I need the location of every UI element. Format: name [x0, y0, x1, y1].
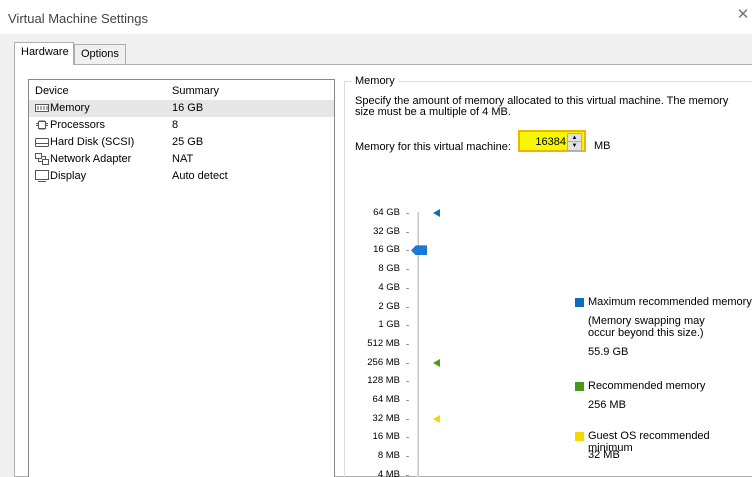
recommended-memory-marker-icon [433, 358, 440, 367]
scale-tick [406, 231, 409, 233]
scale-tick [406, 343, 409, 345]
device-summary: 16 GB [172, 102, 204, 114]
window-body: Hardware Options Device Summary Memory 1… [0, 34, 752, 477]
scale-label: 32 MB [372, 412, 400, 424]
device-name: Network Adapter [50, 153, 132, 165]
scale-tick [406, 306, 409, 308]
scale-label: 64 MB [372, 394, 400, 405]
tab-hardware[interactable]: Hardware [14, 42, 74, 65]
memory-field-label: Memory for this virtual machine: [355, 141, 511, 153]
spin-up-icon[interactable]: ▲ [568, 134, 581, 142]
scale-label: 16 GB [373, 244, 400, 256]
close-icon[interactable]: ✕ [736, 7, 750, 22]
max-memory-title: Maximum recommended memory [588, 296, 752, 308]
memory-stepper[interactable]: ▲ ▼ [518, 130, 586, 152]
column-header-device[interactable]: Device [35, 85, 69, 97]
max-memory-legend-icon [575, 298, 584, 307]
scale-tick [406, 287, 409, 289]
max-memory-value: 55.9 GB [588, 346, 629, 358]
memory-description: Specify the amount of memory allocated t… [355, 95, 729, 118]
scale-tick [406, 418, 409, 420]
slider-thumb[interactable] [411, 245, 427, 256]
hard-disk-icon [35, 138, 49, 147]
device-name: Hard Disk (SCSI) [50, 136, 135, 148]
display-icon [35, 170, 49, 182]
title-bar: Virtual Machine Settings ✕ [0, 0, 752, 34]
device-name: Processors [50, 119, 106, 131]
scale-label: 128 MB [367, 375, 400, 387]
device-summary: 25 GB [172, 136, 204, 148]
memory-group-title: Memory [352, 75, 398, 87]
device-row-hard-disk[interactable]: Hard Disk (SCSI) 25 GB [29, 134, 334, 151]
device-summary: 8 [172, 119, 179, 131]
recommended-memory-title: Recommended memory [588, 380, 706, 392]
processor-icon [36, 120, 48, 130]
network-adapter-icon [35, 153, 49, 165]
device-list-header: Device Summary [29, 80, 334, 100]
scale-tick [406, 362, 409, 364]
device-list: Device Summary Memory 16 GB Processors 8… [28, 79, 335, 477]
max-memory-note-line1: (Memory swapping may [588, 315, 705, 327]
scale-tick [406, 269, 409, 271]
hardware-panel: Device Summary Memory 16 GB Processors 8… [14, 64, 752, 477]
scale-label: 8 MB [377, 450, 400, 462]
memory-icon [35, 104, 49, 112]
device-summary: NAT [172, 153, 194, 165]
scale-label: 256 MB [367, 356, 400, 368]
column-header-summary[interactable]: Summary [172, 85, 219, 97]
recommended-memory-value: 256 MB [588, 399, 626, 411]
device-row-memory[interactable]: Memory 16 GB [29, 100, 334, 117]
scale-tick [406, 400, 409, 401]
scale-tick [406, 456, 409, 458]
scale-label: 32 GB [373, 225, 400, 237]
scale-tick [406, 437, 409, 439]
scale-label: 8 GB [378, 263, 400, 275]
scale-tick [406, 474, 409, 476]
scale-tick [406, 325, 409, 327]
scale-label: 4 GB [378, 281, 400, 293]
scale-label: 4 MB [377, 468, 400, 477]
max-memory-note-line2: occur beyond this size.) [588, 327, 704, 339]
scale-tick [406, 250, 409, 252]
memory-spin-buttons: ▲ ▼ [567, 133, 582, 151]
device-row-network-adapter[interactable]: Network Adapter NAT [29, 151, 334, 168]
guest-min-marker-icon [433, 414, 440, 423]
device-name: Display [50, 170, 87, 182]
scale-label: 512 MB [367, 337, 400, 349]
scale-label: 2 GB [378, 300, 400, 312]
max-memory-marker-icon [433, 209, 440, 217]
scale-label: 1 GB [378, 319, 400, 331]
tab-options[interactable]: Options [74, 44, 126, 64]
spin-down-icon[interactable]: ▼ [568, 142, 581, 150]
device-row-display[interactable]: Display Auto detect [29, 168, 334, 185]
device-summary: Auto detect [172, 170, 228, 182]
memory-input[interactable] [522, 134, 568, 150]
memory-groupbox: Memory Specify the amount of memory allo… [344, 75, 752, 477]
recommended-memory-legend-icon [575, 382, 584, 391]
memory-unit: MB [594, 140, 611, 152]
device-name: Memory [50, 102, 90, 114]
window-title: Virtual Machine Settings [8, 11, 148, 26]
scale-tick [406, 213, 409, 214]
scale-tick [406, 381, 409, 383]
device-row-processors[interactable]: Processors 8 [29, 117, 334, 134]
scale-label: 16 MB [372, 431, 400, 443]
scale-label: 64 GB [373, 207, 400, 218]
guest-min-legend-icon [575, 432, 584, 441]
guest-min-value: 32 MB [588, 449, 620, 461]
